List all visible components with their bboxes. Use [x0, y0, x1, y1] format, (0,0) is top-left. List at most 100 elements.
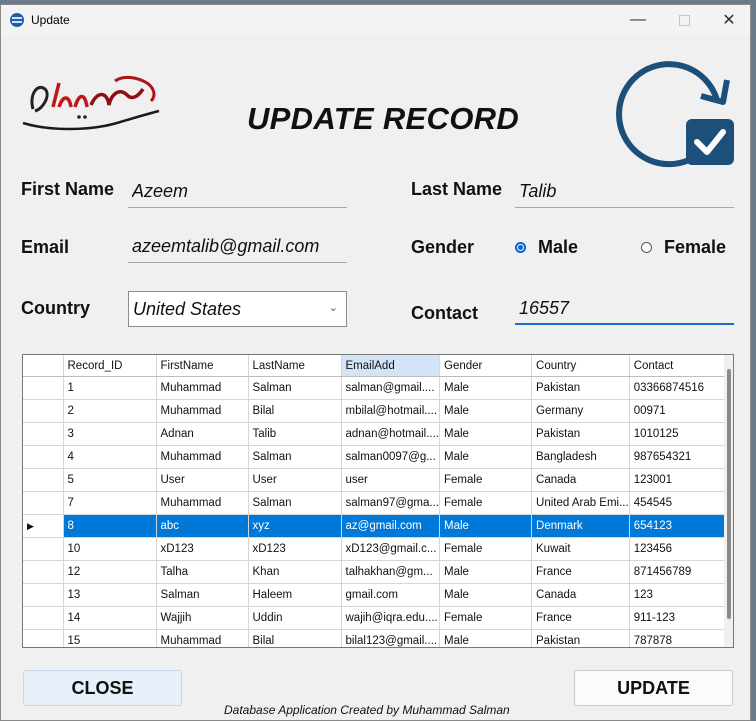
minimize-button[interactable]: — [615, 5, 661, 35]
table-cell[interactable]: Pakistan [531, 629, 630, 647]
table-row[interactable]: ▶ 8 abc xyz az@gmail.com Male Denmark 654123 [23, 514, 726, 538]
contact-input[interactable] [515, 293, 734, 325]
row-header[interactable] [23, 422, 64, 446]
table-cell[interactable]: Kuwait [531, 537, 630, 561]
row-header[interactable] [23, 583, 64, 607]
table-cell[interactable]: United Arab Emi... [531, 491, 630, 515]
table-cell[interactable]: 8 [63, 514, 157, 538]
table-cell[interactable]: Male [439, 399, 533, 423]
table-cell[interactable]: 2 [63, 399, 157, 423]
table-cell[interactable]: 654123 [629, 514, 726, 538]
table-row[interactable]: 10 xD123 xD123 xD123@gmail.c... Female Kuwait… [23, 537, 726, 561]
first-name-input[interactable] [128, 176, 347, 208]
table-cell[interactable]: Female [439, 491, 533, 515]
email-input[interactable] [128, 231, 347, 263]
table-cell[interactable]: 454545 [629, 491, 726, 515]
table-cell[interactable]: Talib [248, 422, 342, 446]
table-cell[interactable]: 987654321 [629, 445, 726, 469]
table-cell[interactable]: user [341, 468, 441, 492]
table-row[interactable]: 4 Muhammad Salman salman0097@g... Male Bangla… [23, 445, 726, 469]
table-cell[interactable]: User [156, 468, 249, 492]
row-header[interactable] [23, 629, 64, 647]
table-cell[interactable]: mbilal@hotmail.... [341, 399, 441, 423]
table-cell[interactable]: Talha [156, 560, 249, 584]
table-cell[interactable]: Muhammad [156, 629, 249, 647]
table-cell[interactable]: xD123 [248, 537, 342, 561]
table-cell[interactable]: 3 [63, 422, 157, 446]
close-button[interactable]: CLOSE [23, 670, 182, 706]
row-pointer-icon[interactable]: ▶ [23, 514, 64, 538]
column-header[interactable]: Country [531, 355, 630, 377]
table-cell[interactable]: 1 [63, 376, 157, 400]
gender-female-radio[interactable]: Female [641, 237, 726, 258]
table-cell[interactable]: Denmark [531, 514, 630, 538]
table-cell[interactable]: 123 [629, 583, 726, 607]
table-cell[interactable]: Haleem [248, 583, 342, 607]
column-header[interactable]: Gender [439, 355, 533, 377]
table-cell[interactable]: 1010125 [629, 422, 726, 446]
table-cell[interactable]: salman@gmail.... [341, 376, 441, 400]
table-row[interactable]: 1 Muhammad Salman salman@gmail.... Male Pakis… [23, 376, 726, 400]
table-cell[interactable]: Khan [248, 560, 342, 584]
table-cell[interactable]: adnan@hotmail.... [341, 422, 441, 446]
records-table[interactable]: Record_ID FirstName LastName EmailAdd Ge… [22, 354, 734, 648]
table-cell[interactable]: 5 [63, 468, 157, 492]
column-header[interactable]: Record_ID [63, 355, 157, 377]
table-cell[interactable]: 123456 [629, 537, 726, 561]
table-cell[interactable]: Wajjih [156, 606, 249, 630]
table-cell[interactable]: Muhammad [156, 491, 249, 515]
table-cell[interactable]: France [531, 606, 630, 630]
table-cell[interactable]: Muhammad [156, 445, 249, 469]
table-cell[interactable]: Female [439, 468, 533, 492]
table-row[interactable]: 14 Wajjih Uddin wajih@iqra.edu.... Female Fra… [23, 606, 726, 630]
table-cell[interactable]: 123001 [629, 468, 726, 492]
table-cell[interactable]: 15 [63, 629, 157, 647]
table-cell[interactable]: xyz [248, 514, 342, 538]
table-cell[interactable]: Pakistan [531, 376, 630, 400]
table-cell[interactable]: 7 [63, 491, 157, 515]
row-header[interactable] [23, 491, 64, 515]
row-header[interactable] [23, 399, 64, 423]
table-cell[interactable]: 4 [63, 445, 157, 469]
row-header[interactable] [23, 537, 64, 561]
table-cell[interactable]: Pakistan [531, 422, 630, 446]
country-select[interactable]: United States ⌄ [128, 291, 347, 327]
table-cell[interactable]: Canada [531, 468, 630, 492]
last-name-input[interactable] [515, 176, 734, 208]
table-cell[interactable]: Male [439, 422, 533, 446]
table-cell[interactable]: Male [439, 376, 533, 400]
table-cell[interactable]: talhakhan@gm... [341, 560, 441, 584]
table-cell[interactable]: Salman [248, 445, 342, 469]
table-cell[interactable]: 911-123 [629, 606, 726, 630]
table-row[interactable]: 3 Adnan Talib adnan@hotmail.... Male Pakistan… [23, 422, 726, 446]
column-header[interactable]: FirstName [156, 355, 249, 377]
table-cell[interactable]: Adnan [156, 422, 249, 446]
row-header[interactable] [23, 606, 64, 630]
table-cell[interactable]: Muhammad [156, 399, 249, 423]
table-row[interactable]: 7 Muhammad Salman salman97@gma... Female Unit… [23, 491, 726, 515]
table-cell[interactable]: 787878 [629, 629, 726, 647]
update-button[interactable]: UPDATE [574, 670, 733, 706]
table-cell[interactable]: Female [439, 606, 533, 630]
table-cell[interactable]: az@gmail.com [341, 514, 441, 538]
table-cell[interactable]: xD123 [156, 537, 249, 561]
table-cell[interactable]: salman0097@g... [341, 445, 441, 469]
table-cell[interactable]: Bilal [248, 629, 342, 647]
table-cell[interactable]: 871456789 [629, 560, 726, 584]
table-row[interactable]: 15 Muhammad Bilal bilal123@gmail.... Male Pak… [23, 629, 726, 647]
table-row[interactable]: 5 User User user Female Canada 123001 [23, 468, 726, 492]
table-cell[interactable]: Bilal [248, 399, 342, 423]
row-header[interactable] [23, 560, 64, 584]
column-header[interactable]: LastName [248, 355, 342, 377]
table-cell[interactable]: Male [439, 560, 533, 584]
table-cell[interactable]: France [531, 560, 630, 584]
vertical-scrollbar[interactable] [724, 355, 733, 647]
gender-male-radio[interactable]: Male [515, 237, 578, 258]
table-cell[interactable]: Uddin [248, 606, 342, 630]
table-row[interactable]: 12 Talha Khan talhakhan@gm... Male France 8714… [23, 560, 726, 584]
window-close-button[interactable]: ✕ [706, 5, 750, 35]
row-header[interactable] [23, 376, 64, 400]
table-cell[interactable]: 10 [63, 537, 157, 561]
table-row[interactable]: 2 Muhammad Bilal mbilal@hotmail.... Male Germ… [23, 399, 726, 423]
scrollbar-thumb[interactable] [727, 369, 731, 619]
